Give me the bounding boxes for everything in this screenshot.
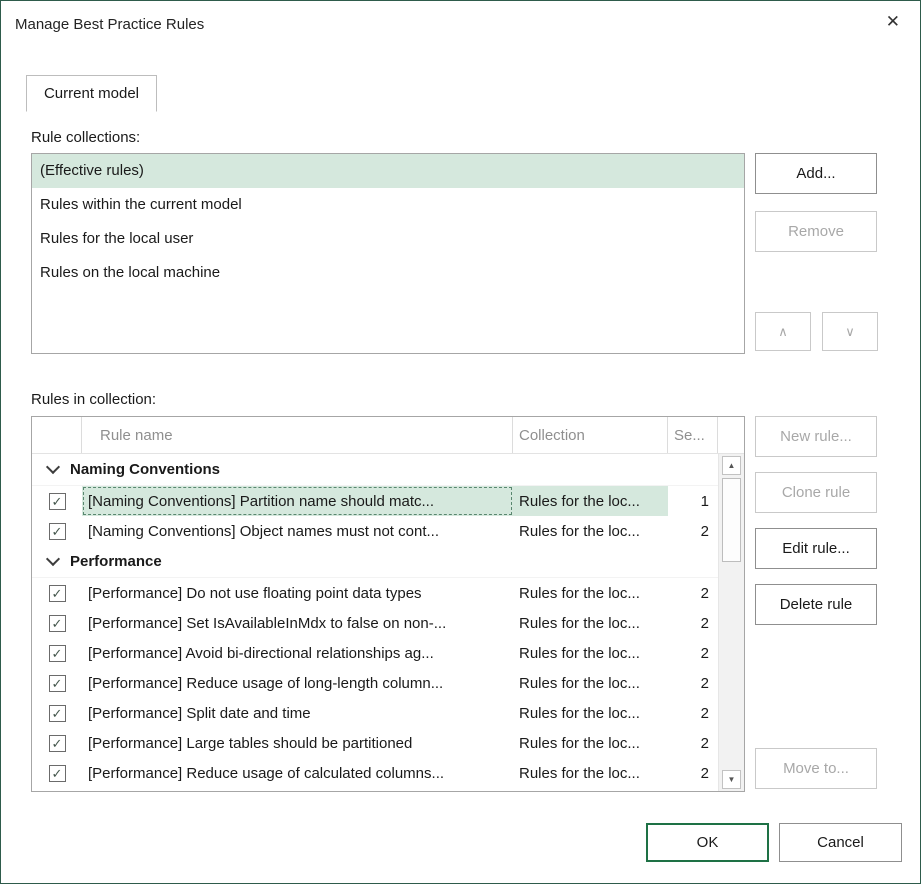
rule-row[interactable]: ✓ [Performance] Do not use floating point…: [32, 578, 718, 608]
rule-severity-cell: 2: [668, 608, 718, 638]
rule-severity-cell: 2: [668, 516, 718, 546]
checkbox-checked-icon[interactable]: ✓: [49, 585, 66, 602]
checkbox-checked-icon[interactable]: ✓: [49, 615, 66, 632]
rule-row[interactable]: ✓ [Performance] Reduce usage of long-leng…: [32, 668, 718, 698]
cancel-button[interactable]: Cancel: [779, 823, 902, 862]
rule-checkbox-cell: ✓: [32, 578, 82, 608]
rule-collection-cell: Rules for the loc...: [513, 516, 668, 546]
collection-list-item[interactable]: (Effective rules): [32, 154, 744, 188]
rule-name-cell[interactable]: [Performance] Do not use floating point …: [82, 578, 513, 608]
rule-collection-cell: Rules for the loc...: [513, 758, 668, 788]
rule-checkbox-cell: ✓: [32, 698, 82, 728]
group-name: Naming Conventions: [70, 461, 220, 478]
rule-checkbox-cell: ✓: [32, 638, 82, 668]
checkbox-checked-icon[interactable]: ✓: [49, 765, 66, 782]
rule-name-cell[interactable]: [Performance] Set IsAvailableInMdx to fa…: [82, 608, 513, 638]
rule-row[interactable]: ✓ [Performance] Avoid bi-directional rela…: [32, 638, 718, 668]
ok-button[interactable]: OK: [646, 823, 769, 862]
rule-checkbox-cell: ✓: [32, 608, 82, 638]
close-icon[interactable]: ✕: [886, 13, 900, 30]
dialog-title: Manage Best Practice Rules: [15, 16, 204, 33]
move-to-button[interactable]: Move to...: [755, 748, 877, 789]
rule-row[interactable]: ✓ [Performance] Set IsAvailableInMdx to f…: [32, 608, 718, 638]
rule-checkbox-cell: ✓: [32, 486, 82, 516]
rule-severity-cell: 2: [668, 578, 718, 608]
rules-scrollbar[interactable]: ▲ ▼: [718, 454, 744, 791]
rule-name-cell[interactable]: [Performance] Avoid bi-directional relat…: [82, 638, 513, 668]
titlebar: Manage Best Practice Rules ✕: [1, 1, 920, 47]
scroll-up-icon: ▲: [728, 462, 736, 470]
collection-list-item[interactable]: Rules on the local machine: [32, 256, 744, 290]
remove-button[interactable]: Remove: [755, 211, 877, 252]
manage-best-practice-rules-dialog: Manage Best Practice Rules ✕ Current mod…: [0, 0, 921, 884]
rule-row[interactable]: ✓ [Naming Conventions] Partition name sho…: [32, 486, 718, 516]
rules-table: Rule name Collection Se... Naming Conven…: [31, 416, 745, 792]
rule-name-cell[interactable]: [Performance] Large tables should be par…: [82, 728, 513, 758]
header-collection[interactable]: Collection: [513, 417, 668, 453]
rule-severity-cell: 2: [668, 758, 718, 788]
checkbox-checked-icon[interactable]: ✓: [49, 523, 66, 540]
rule-row[interactable]: ✓ [Performance] Split date and timeRules …: [32, 698, 718, 728]
checkbox-checked-icon[interactable]: ✓: [49, 705, 66, 722]
rules-in-collection-label: Rules in collection:: [31, 391, 156, 408]
rule-checkbox-cell: ✓: [32, 516, 82, 546]
rule-collections-list[interactable]: (Effective rules)Rules within the curren…: [31, 153, 745, 354]
scroll-thumb[interactable]: [722, 478, 741, 562]
rule-severity-cell: 2: [668, 638, 718, 668]
rule-name-cell[interactable]: [Performance] Reduce usage of calculated…: [82, 758, 513, 788]
rule-row[interactable]: ✓ [Performance] Reduce usage of calculate…: [32, 758, 718, 788]
header-scroll-spacer: [718, 417, 744, 453]
rule-name-cell[interactable]: [Performance] Split date and time: [82, 698, 513, 728]
chevron-down-icon[interactable]: [46, 552, 60, 566]
checkbox-checked-icon[interactable]: ✓: [49, 493, 66, 510]
rules-table-body: Naming Conventions✓[Naming Conventions] …: [32, 454, 718, 791]
rule-collection-cell: Rules for the loc...: [513, 608, 668, 638]
move-up-button[interactable]: ∧: [755, 312, 811, 351]
rule-severity-cell: 1: [668, 486, 718, 516]
rules-table-header: Rule name Collection Se...: [32, 417, 744, 454]
scroll-down-button[interactable]: ▼: [722, 770, 741, 789]
rule-collection-cell: Rules for the loc...: [513, 728, 668, 758]
checkbox-checked-icon[interactable]: ✓: [49, 735, 66, 752]
checkbox-checked-icon[interactable]: ✓: [49, 675, 66, 692]
rule-checkbox-cell: ✓: [32, 728, 82, 758]
rule-checkbox-cell: ✓: [32, 668, 82, 698]
rule-collection-cell: Rules for the loc...: [513, 668, 668, 698]
rule-name-cell[interactable]: [Performance] Reduce usage of long-lengt…: [82, 668, 513, 698]
collection-list-item[interactable]: Rules for the local user: [32, 222, 744, 256]
rule-name-cell[interactable]: [Naming Conventions] Partition name shou…: [82, 486, 513, 516]
rule-severity-cell: 2: [668, 668, 718, 698]
new-rule-button[interactable]: New rule...: [755, 416, 877, 457]
group-name: Performance: [70, 553, 162, 570]
tab-current-model[interactable]: Current model: [26, 75, 157, 112]
chevron-down-icon[interactable]: [46, 460, 60, 474]
group-header-row[interactable]: Performance: [32, 546, 718, 578]
collection-list-item[interactable]: Rules within the current model: [32, 188, 744, 222]
rule-severity-cell: 2: [668, 728, 718, 758]
clone-rule-button[interactable]: Clone rule: [755, 472, 877, 513]
edit-rule-button[interactable]: Edit rule...: [755, 528, 877, 569]
rule-collections-label: Rule collections:: [31, 129, 140, 146]
add-button[interactable]: Add...: [755, 153, 877, 194]
rule-collection-cell: Rules for the loc...: [513, 698, 668, 728]
move-down-button[interactable]: ∨: [822, 312, 878, 351]
scroll-down-icon: ▼: [728, 776, 736, 784]
checkbox-checked-icon[interactable]: ✓: [49, 645, 66, 662]
group-header-row[interactable]: Naming Conventions: [32, 454, 718, 486]
scroll-up-button[interactable]: ▲: [722, 456, 741, 475]
rule-row[interactable]: ✓ [Naming Conventions] Object names must …: [32, 516, 718, 546]
rule-collection-cell: Rules for the loc...: [513, 638, 668, 668]
rule-row[interactable]: ✓ [Performance] Large tables should be pa…: [32, 728, 718, 758]
header-severity[interactable]: Se...: [668, 417, 718, 453]
delete-rule-button[interactable]: Delete rule: [755, 584, 877, 625]
rule-checkbox-cell: ✓: [32, 758, 82, 788]
rule-collection-cell: Rules for the loc...: [513, 578, 668, 608]
header-rule-name[interactable]: Rule name: [82, 417, 513, 453]
rule-collection-cell: Rules for the loc...: [513, 486, 668, 516]
rule-name-cell[interactable]: [Naming Conventions] Object names must n…: [82, 516, 513, 546]
header-checkbox-column: [32, 417, 82, 453]
rule-severity-cell: 2: [668, 698, 718, 728]
tab-current-model-label: Current model: [44, 85, 139, 102]
